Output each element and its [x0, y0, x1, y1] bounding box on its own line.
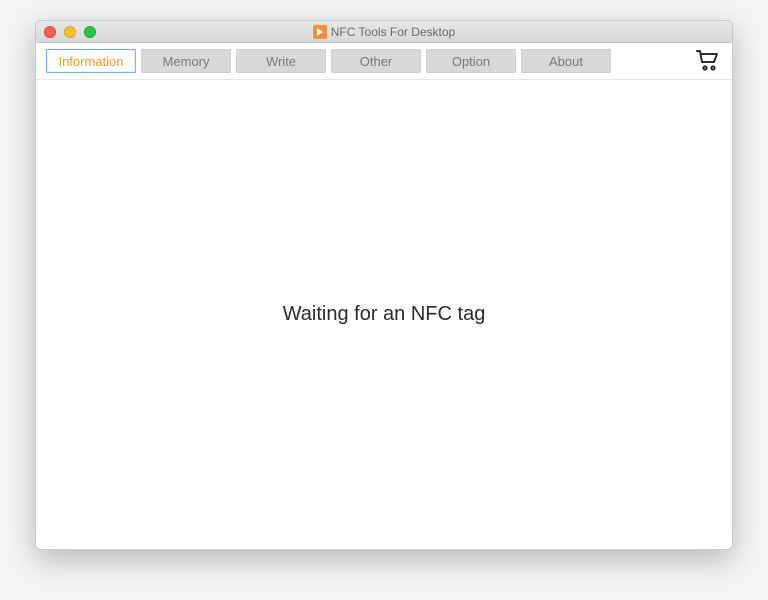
tab-write[interactable]: Write: [236, 49, 326, 73]
cart-icon[interactable]: [694, 49, 722, 73]
tab-memory[interactable]: Memory: [141, 49, 231, 73]
tab-bar: Information Memory Write Other Option Ab…: [46, 49, 611, 73]
main-content: Waiting for an NFC tag: [36, 80, 732, 549]
app-window: NFC Tools For Desktop Information Memory…: [35, 20, 733, 550]
app-icon: [313, 25, 327, 39]
traffic-lights: [36, 26, 96, 38]
toolbar: Information Memory Write Other Option Ab…: [36, 43, 732, 80]
minimize-icon[interactable]: [64, 26, 76, 38]
window-title: NFC Tools For Desktop: [331, 25, 455, 39]
maximize-icon[interactable]: [84, 26, 96, 38]
tab-information[interactable]: Information: [46, 49, 136, 73]
titlebar: NFC Tools For Desktop: [36, 21, 732, 43]
tab-about[interactable]: About: [521, 49, 611, 73]
tab-other[interactable]: Other: [331, 49, 421, 73]
waiting-message: Waiting for an NFC tag: [283, 303, 486, 326]
tab-option[interactable]: Option: [426, 49, 516, 73]
title-center: NFC Tools For Desktop: [36, 25, 732, 39]
close-icon[interactable]: [44, 26, 56, 38]
